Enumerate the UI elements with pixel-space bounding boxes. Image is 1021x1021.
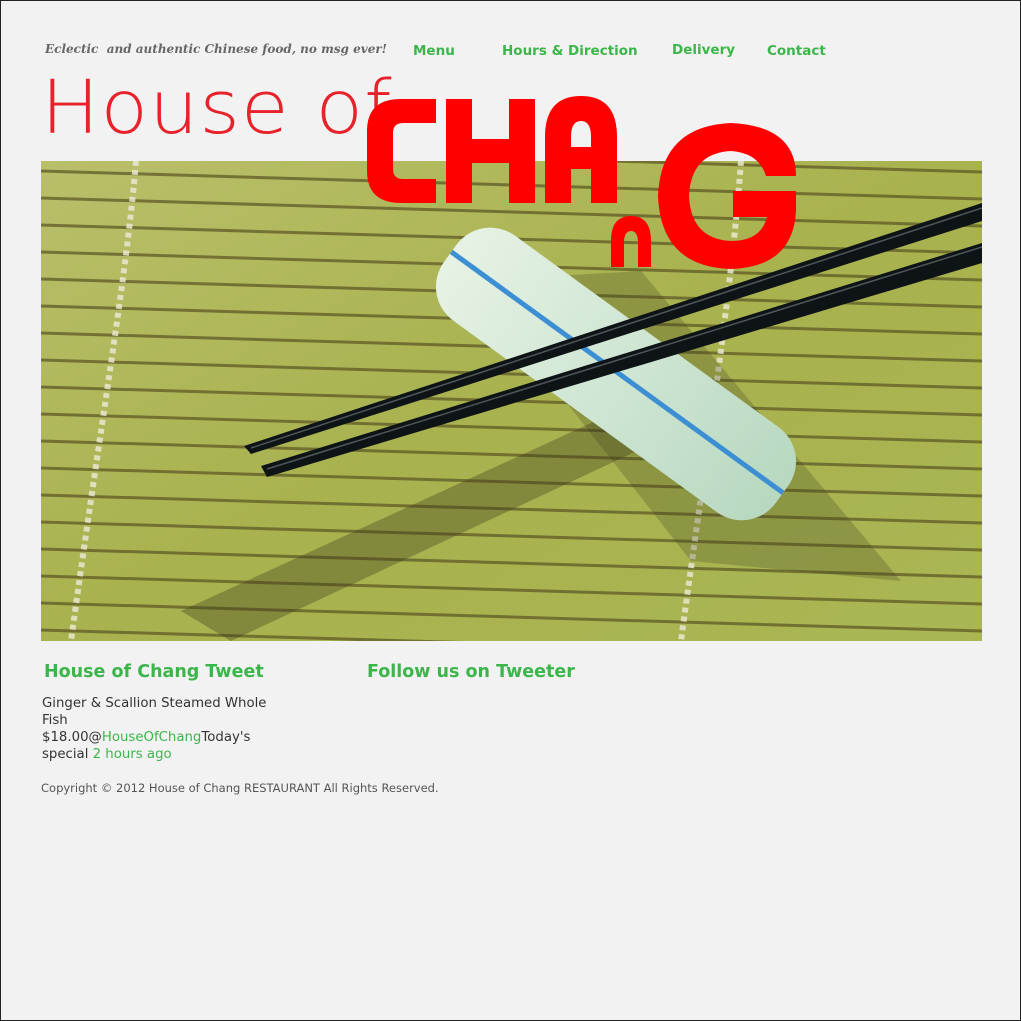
follow-heading[interactable]: Follow us on Tweeter <box>367 662 575 682</box>
tweet-item: Ginger & Scallion Steamed Whole Fish $18… <box>42 695 267 763</box>
logo-house-of: House of <box>41 65 393 151</box>
nav-delivery[interactable]: Delivery <box>672 42 735 58</box>
nav-hours-direction[interactable]: Hours & Direction <box>502 43 638 59</box>
nav-contact[interactable]: Contact <box>767 43 826 59</box>
tweet-heading: House of Chang Tweet <box>44 662 264 682</box>
tweet-time-link[interactable]: 2 hours ago <box>93 747 172 762</box>
tweet-price: $18.00@ <box>42 730 102 745</box>
tagline: Eclectic and authentic Chinese food, no … <box>45 42 387 56</box>
tweet-text: Ginger & Scallion Steamed Whole Fish <box>42 696 267 728</box>
tweet-text-special: special <box>42 747 93 762</box>
tweet-handle-link[interactable]: HouseOfChang <box>102 730 202 745</box>
nav-menu[interactable]: Menu <box>413 43 455 59</box>
copyright: Copyright © 2012 House of Chang RESTAURA… <box>41 781 439 795</box>
tweet-text-suffix: Today's <box>201 730 251 745</box>
page-frame: Eclectic and authentic Chinese food, no … <box>0 0 1021 1021</box>
logo-chang <box>367 96 796 269</box>
